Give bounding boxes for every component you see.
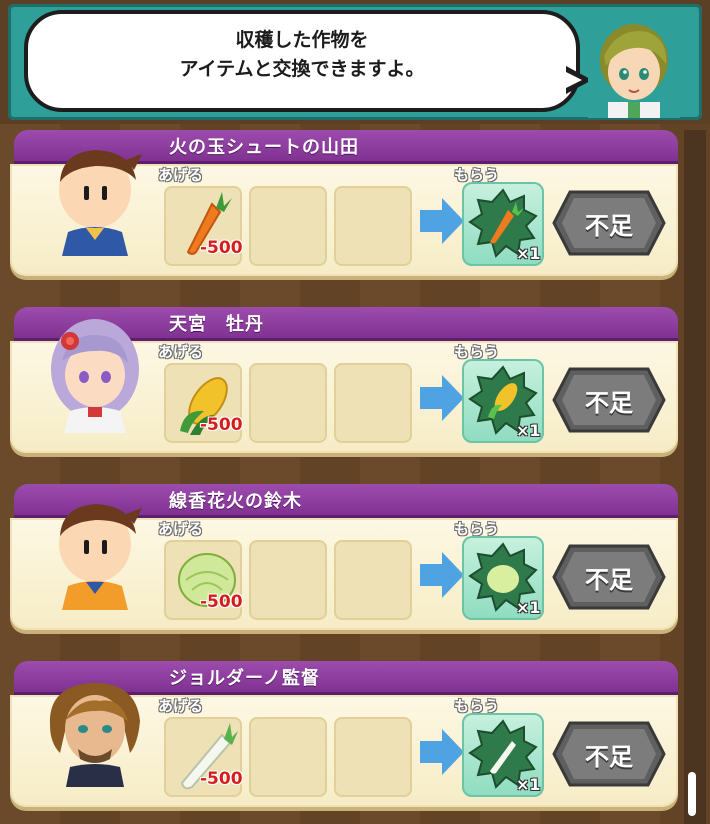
trader-portrait [59, 504, 142, 610]
reward-quantity: ×1 [516, 244, 541, 263]
empty-slot [249, 717, 327, 797]
cost-value: -500 [200, 592, 243, 612]
reward-quantity: ×1 [516, 598, 541, 617]
scrollbar-track[interactable] [684, 130, 706, 824]
scrollbar-thumb[interactable] [688, 772, 696, 816]
cost-value: -500 [200, 415, 243, 435]
empty-slot [334, 186, 412, 266]
trade-card: 天宮 牡丹 あげる -500 もらう ×1 不足 [10, 307, 678, 463]
give-label: あげる [158, 697, 204, 715]
trader-name: ジョルダーノ監督 [169, 668, 320, 689]
empty-slot [249, 540, 327, 620]
trader-name: 線香花火の鈴木 [169, 491, 302, 512]
insufficient-label: 不足 [585, 212, 633, 240]
arrow-right-icon [420, 552, 464, 598]
insufficient-button[interactable]: 不足 [552, 544, 666, 610]
cost-value: -500 [200, 238, 243, 258]
dialog-header: 収穫した作物を アイテムと交換できますよ。 [0, 0, 710, 124]
guide-avatar [588, 16, 680, 118]
trader-portrait [49, 682, 141, 787]
insufficient-button[interactable]: 不足 [552, 190, 666, 256]
speech-line-1: 収穫した作物を [235, 29, 369, 51]
give-label: あげる [158, 166, 204, 184]
empty-slot [334, 363, 412, 443]
insufficient-button[interactable]: 不足 [552, 367, 666, 433]
trader-name: 天宮 牡丹 [169, 314, 264, 335]
trade-card: 火の玉シュートの山田 あげる -500 もらう ×1 不足 [10, 130, 678, 286]
arrow-right-icon [420, 729, 464, 775]
trade-card: ジョルダーノ監督 あげる -500 もらう ×1 不足 [10, 661, 678, 817]
reward-quantity: ×1 [516, 421, 541, 440]
cost-value: -500 [200, 769, 243, 789]
empty-slot [334, 540, 412, 620]
trade-card: 線香花火の鈴木 あげる -500 もらう ×1 不足 [10, 484, 678, 640]
give-label: あげる [158, 520, 204, 538]
arrow-right-icon [420, 198, 464, 244]
insufficient-label: 不足 [585, 389, 633, 417]
trader-portrait [59, 150, 142, 256]
give-label: あげる [158, 343, 204, 361]
empty-slot [249, 186, 327, 266]
empty-slot [249, 363, 327, 443]
arrow-right-icon [420, 375, 464, 421]
insufficient-label: 不足 [585, 743, 633, 771]
reward-quantity: ×1 [516, 775, 541, 794]
insufficient-button[interactable]: 不足 [552, 721, 666, 787]
trader-name: 火の玉シュートの山田 [169, 137, 359, 158]
empty-slot [334, 717, 412, 797]
speech-line-2: アイテムと交換できますよ。 [179, 58, 425, 80]
trader-portrait [51, 319, 139, 433]
speech-message: 収穫した作物を アイテムと交換できますよ。 [24, 26, 580, 84]
insufficient-label: 不足 [585, 566, 633, 594]
